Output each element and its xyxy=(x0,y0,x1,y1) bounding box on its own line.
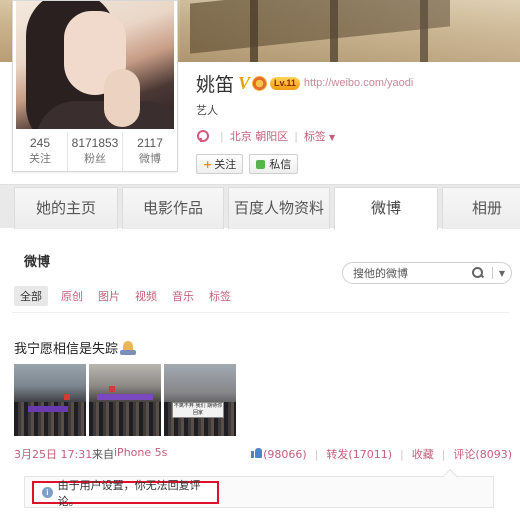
chevron-down-icon[interactable]: ▼ xyxy=(499,269,505,278)
tab-films[interactable]: 电影作品 xyxy=(122,187,224,229)
message-icon xyxy=(256,159,266,169)
post-image-3[interactable]: 不离不弃 我们 期待你回家 xyxy=(164,364,236,436)
like-button[interactable]: (98066) xyxy=(251,447,307,461)
post-timestamp[interactable]: 3月25日 17:31 xyxy=(14,446,92,462)
avatar[interactable] xyxy=(16,1,174,129)
repost-button[interactable]: 转发(17011) xyxy=(326,446,392,462)
message-button[interactable]: 私信 xyxy=(249,154,299,174)
tags-dropdown[interactable]: 标签 ▼ xyxy=(304,128,335,144)
post-actions: (98066) | 转发(17011) | 收藏 | 评论(8093) xyxy=(251,446,512,462)
stat-followers[interactable]: 8171853 粉丝 xyxy=(68,133,123,171)
search-input[interactable]: 搜他的微博 xyxy=(353,265,472,281)
tab-album[interactable]: 相册 xyxy=(442,187,520,229)
post-source-label: 来自 xyxy=(92,448,114,461)
plus-icon: + xyxy=(203,157,213,171)
filter-music[interactable]: 音乐 xyxy=(172,288,194,304)
tab-baidu-profile[interactable]: 百度人物资料 xyxy=(228,187,330,229)
location-pin-icon xyxy=(196,130,209,142)
filter-images[interactable]: 图片 xyxy=(98,288,120,304)
follow-button[interactable]: + 关注 xyxy=(196,154,244,174)
tab-weibo[interactable]: 微博 xyxy=(334,187,438,230)
post-footer: 3月25日 17:31 来自 iPhone 5s (98066) | 转发(17… xyxy=(14,446,512,462)
post-image-2[interactable] xyxy=(89,364,161,436)
profile-tabs: 她的主页 电影作品 百度人物资料 微博 相册 xyxy=(0,184,520,230)
divider xyxy=(12,312,510,313)
weibo-search[interactable]: 搜他的微博 ▼ xyxy=(342,262,512,284)
filter-tags[interactable]: 标签 xyxy=(209,288,231,304)
pray-hands-icon xyxy=(120,340,137,356)
stat-following[interactable]: 245 关注 xyxy=(13,133,68,171)
search-icon[interactable] xyxy=(471,267,484,279)
protest-sign: 不离不弃 我们 期待你回家 xyxy=(172,402,224,418)
post-image-1[interactable] xyxy=(14,364,86,436)
tab-home[interactable]: 她的主页 xyxy=(14,187,118,229)
caret-down-icon: ▼ xyxy=(328,133,336,142)
thumbs-up-icon xyxy=(251,447,263,458)
profile-info: 姚笛 V Lv.11 http://weibo.com/yaodi 艺人 | 北… xyxy=(196,70,413,174)
profile-title: 艺人 xyxy=(196,104,218,117)
level-badge[interactable]: Lv.11 xyxy=(270,76,300,90)
filter-all[interactable]: 全部 xyxy=(14,286,48,306)
verified-badge[interactable]: V xyxy=(238,74,250,92)
section-title: 微博 xyxy=(24,255,51,270)
filter-videos[interactable]: 视频 xyxy=(135,288,157,304)
filter-original[interactable]: 原创 xyxy=(61,288,83,304)
profile-stats: 245 关注 8171853 粉丝 2117 微博 xyxy=(13,133,177,171)
flower-badge-icon[interactable] xyxy=(252,75,268,91)
profile-name: 姚笛 xyxy=(196,73,235,96)
avatar-card: 245 关注 8171853 粉丝 2117 微博 xyxy=(12,0,178,172)
info-icon: i xyxy=(42,487,53,498)
post-text: 我宁愿相信是失踪 xyxy=(14,338,137,357)
location-link[interactable]: 北京 朝阳区 xyxy=(230,128,289,144)
reply-disabled-notice: i 由于用户设置，你无法回复评论。 xyxy=(32,479,219,508)
profile-url-link[interactable]: http://weibo.com/yaodi xyxy=(304,77,413,89)
comment-button[interactable]: 评论(8093) xyxy=(453,446,512,462)
favorite-button[interactable]: 收藏 xyxy=(412,446,434,462)
post-source[interactable]: iPhone 5s xyxy=(114,446,167,459)
post-filters: 全部 原创 图片 视频 音乐 标签 xyxy=(14,286,246,306)
stat-posts[interactable]: 2117 微博 xyxy=(123,133,177,171)
